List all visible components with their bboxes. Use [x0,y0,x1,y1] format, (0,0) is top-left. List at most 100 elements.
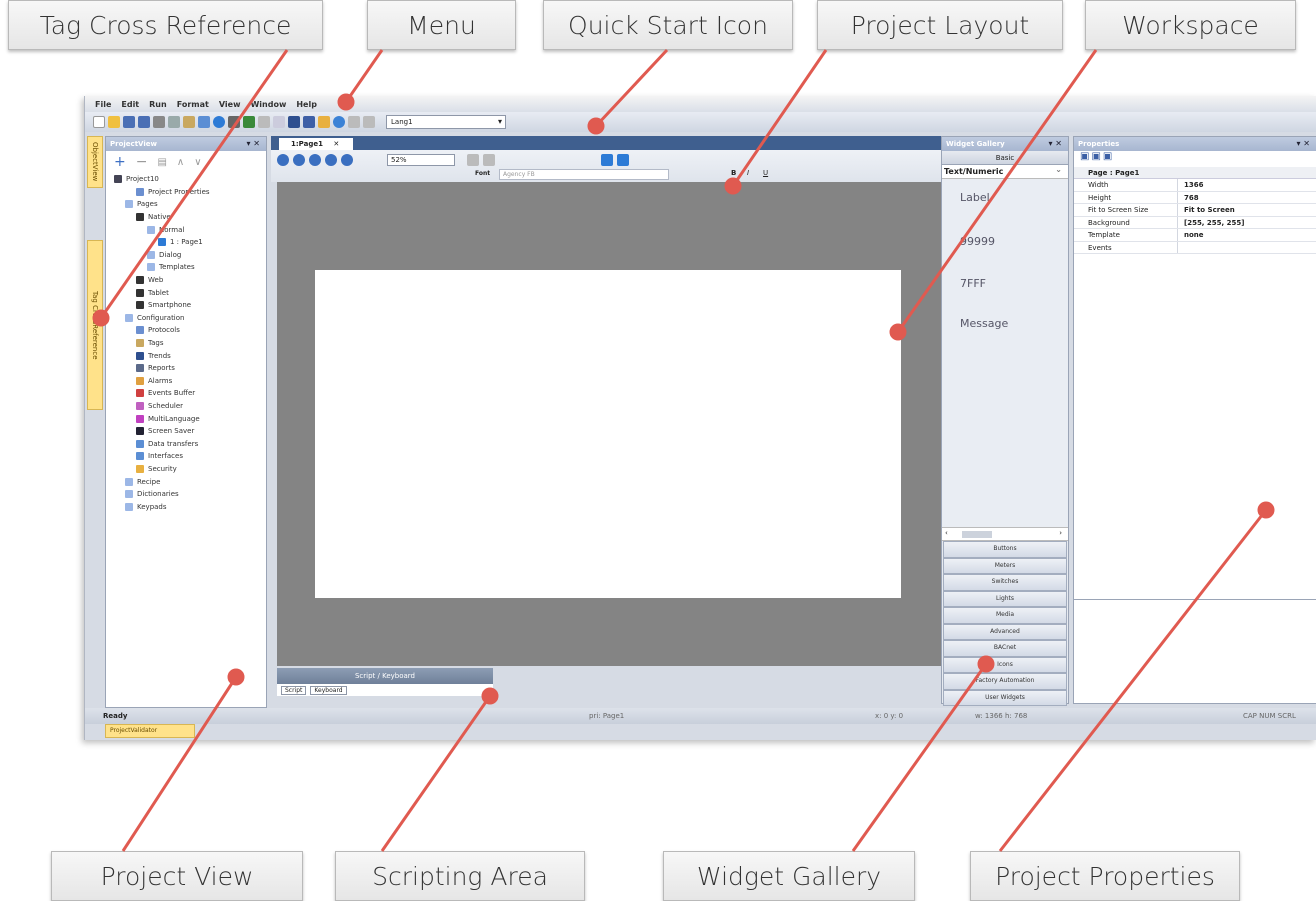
italic-icon[interactable]: I [747,169,749,177]
menu-view[interactable]: View [219,100,241,109]
tree-item[interactable]: Recipe [114,475,266,488]
tree-item[interactable]: MultiLanguage [114,412,266,425]
property-value[interactable]: [255, 255, 255] [1178,217,1316,229]
widget-category-button[interactable]: Switches [943,574,1067,591]
menu-run[interactable]: Run [149,100,167,109]
property-row[interactable]: Background [255, 255, 255] [1074,216,1316,229]
tree-item[interactable]: Trends [114,349,266,362]
tree-item[interactable]: Dialog [114,249,266,262]
tree-item[interactable]: Tags [114,337,266,350]
zoom-select[interactable]: 52% [387,154,455,166]
zoom-select-icon[interactable] [341,154,353,166]
tree-item[interactable]: Reports [114,362,266,375]
widget-category-button[interactable]: Icons [943,656,1067,673]
tab-keyboard[interactable]: Keyboard [310,685,347,695]
tree-item[interactable]: Configuration [114,312,266,325]
alphabetical-icon[interactable]: ▣ [1091,151,1102,162]
widget-category-button[interactable]: User Widgets [943,689,1067,706]
save-all-icon[interactable] [138,116,150,128]
zoom-fit-icon[interactable] [309,154,321,166]
widget-category-button[interactable]: Lights [943,590,1067,607]
run-icon[interactable] [213,116,225,128]
property-value[interactable]: none [1178,229,1316,241]
widget-category-select[interactable]: Text/Numeric [942,163,1068,179]
save-icon[interactable] [123,116,135,128]
copy-icon[interactable] [168,116,180,128]
basic-button[interactable]: Basic [942,151,1068,165]
property-pages-icon[interactable]: ▣ [1103,151,1114,162]
zoom-in-icon[interactable] [277,154,289,166]
widget-category-button[interactable]: Meters [943,557,1067,574]
tree-item[interactable]: Scheduler [114,400,266,413]
widget-category-button[interactable]: Factory Automation [943,673,1067,690]
new-icon[interactable] [93,116,105,128]
bold-icon[interactable]: B [731,169,736,177]
font-select[interactable]: Agency FB [499,169,669,180]
pin-close-icon[interactable]: ▾ ✕ [1296,137,1310,151]
tree-item[interactable]: Web [114,274,266,287]
tree-item[interactable]: Data transfers [114,437,266,450]
tree-item[interactable]: Templates [114,261,266,274]
paste-icon[interactable] [183,116,195,128]
property-row[interactable]: Fit to Screen Size Fit to Screen [1074,204,1316,217]
tree-item[interactable]: Security [114,463,266,476]
download-icon[interactable] [243,116,255,128]
tab-tag-cross-reference[interactable]: Tag CrossReference [87,240,103,410]
property-value[interactable]: 768 [1178,192,1316,204]
property-value[interactable] [1178,242,1316,254]
zoom-out-icon[interactable] [293,154,305,166]
settings-icon[interactable] [258,116,270,128]
group-icon[interactable] [483,154,495,166]
property-row[interactable]: Events [1074,241,1316,254]
tab-script[interactable]: Script [281,685,307,695]
tab-object-view[interactable]: ObjectView [87,136,103,188]
language-select[interactable]: Lang1 [386,115,506,129]
help-icon[interactable] [333,116,345,128]
property-row[interactable]: Height 768 [1074,191,1316,204]
property-row[interactable]: Width 1366 [1074,179,1316,192]
categorized-icon[interactable]: ▣ [1080,151,1091,162]
quick-start-icon[interactable] [318,116,330,128]
line-color-icon[interactable] [617,154,629,166]
tab-page1[interactable]: 1:Page1 ✕ [279,138,353,150]
widget-category-button[interactable]: BACnet [943,640,1067,657]
tree-item[interactable]: Normal [114,223,266,236]
tree-item[interactable]: Project Properties [114,186,266,199]
property-value[interactable]: Fit to Screen [1178,204,1316,216]
widget-category-button[interactable]: Advanced [943,623,1067,640]
menu-help[interactable]: Help [296,100,317,109]
tree-item[interactable]: Smartphone [114,299,266,312]
open-icon[interactable] [108,116,120,128]
page-canvas[interactable] [315,270,901,598]
tree-item[interactable]: Alarms [114,375,266,388]
widget-numeric[interactable]: 99999 [960,235,995,248]
tab-project-validator[interactable]: ProjectValidator [105,724,195,738]
grid-icon[interactable] [273,116,285,128]
tools-icon[interactable] [228,116,240,128]
tree-item[interactable]: Project10 [114,173,266,186]
move-up-icon[interactable]: ∧ [177,157,184,168]
property-row[interactable]: Template none [1074,229,1316,242]
network-icon[interactable] [303,116,315,128]
widget-message[interactable]: Message [960,317,1008,330]
widget-scrollbar[interactable]: ‹ › [942,527,1068,541]
tree-item[interactable]: Keypads [114,500,266,513]
move-down-icon[interactable]: ∨ [194,157,201,168]
menu-edit[interactable]: Edit [121,100,139,109]
zoom-reset-icon[interactable] [325,154,337,166]
translate-icon[interactable] [348,116,360,128]
property-value[interactable]: 1366 [1178,179,1316,191]
widget-category-button[interactable]: Buttons [943,541,1067,558]
remove-icon[interactable]: − [136,154,148,170]
close-tab-icon[interactable]: ✕ [333,140,339,148]
menu-format[interactable]: Format [177,100,209,109]
fill-color-icon[interactable] [601,154,613,166]
tree-item[interactable]: 1 : Page1 [114,236,266,249]
underline-icon[interactable]: U [763,169,768,177]
font-icon[interactable] [363,116,375,128]
widget-hex[interactable]: 7FFF [960,277,986,290]
tree-item[interactable]: Screen Saver [114,425,266,438]
tree-item[interactable]: Dictionaries [114,488,266,501]
pin-close-icon[interactable]: ▾ ✕ [1048,137,1062,151]
tree-item[interactable]: Events Buffer [114,387,266,400]
